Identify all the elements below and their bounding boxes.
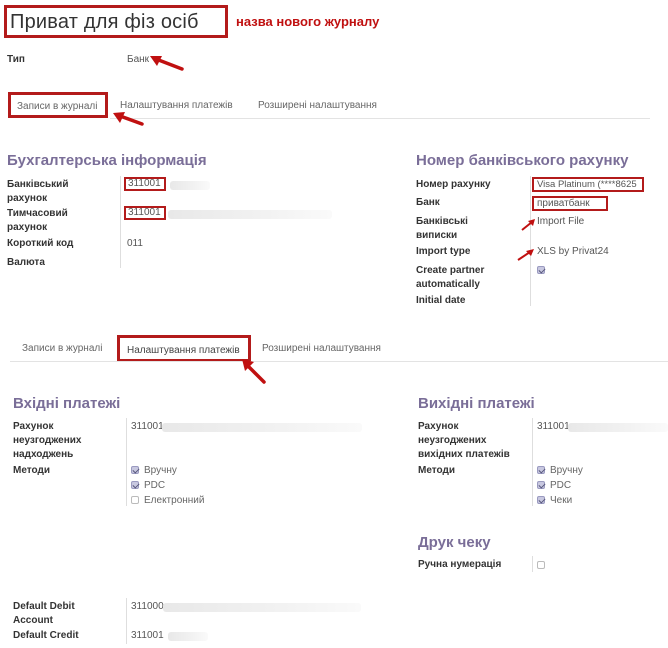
outgoing-method-manual[interactable]: Вручну — [537, 463, 583, 478]
bank-label: Банк — [416, 197, 440, 208]
default-debit-value[interactable]: 311000 — [131, 600, 164, 614]
field-divider — [532, 418, 533, 506]
redacted-text — [168, 632, 208, 641]
default-credit-value[interactable]: 311001 — [131, 629, 164, 643]
default-debit-label: Default Debit Account — [13, 601, 75, 626]
tab-underline — [10, 361, 668, 362]
redacted-text — [168, 210, 332, 219]
bank-field[interactable]: приватбанк — [532, 196, 608, 211]
outgoing-account-value[interactable]: 311001 — [537, 420, 570, 434]
create-partner-checkbox[interactable] — [537, 266, 545, 274]
arrow-icon — [521, 219, 535, 231]
outgoing-methods-label: Методи — [418, 465, 455, 476]
initial-date-label: Initial date — [416, 295, 466, 306]
incoming-method-manual[interactable]: Вручну — [131, 463, 177, 478]
tab-advanced-settings[interactable]: Розширені налаштування — [258, 100, 377, 111]
bank-account-field[interactable]: 311001 — [124, 177, 166, 191]
incoming-methods-label: Методи — [13, 465, 50, 476]
field-divider — [530, 176, 531, 306]
type-value[interactable]: Банк — [127, 53, 149, 67]
default-credit-label: Default Credit — [13, 630, 79, 641]
manual-numbering-checkbox[interactable] — [537, 561, 545, 569]
incoming-method-electronic[interactable]: Електронний — [131, 493, 204, 508]
checkbox-icon[interactable] — [131, 481, 139, 490]
incoming-account-value[interactable]: 311001 — [131, 420, 164, 434]
checkbox-icon[interactable] — [537, 496, 545, 505]
bank-account-heading: Номер банківського рахунку — [416, 152, 629, 169]
currency-label: Валюта — [7, 257, 45, 268]
temp-account-field[interactable]: 311001 — [124, 206, 166, 220]
outgoing-account-label: Рахунок неузгоджених вихідних платежів — [418, 421, 510, 460]
outgoing-method-checks[interactable]: Чеки — [537, 493, 572, 508]
field-divider — [120, 176, 121, 268]
account-number-label: Номер рахунку — [416, 179, 491, 190]
redacted-text — [170, 181, 210, 190]
checkbox-icon[interactable] — [537, 481, 545, 490]
incoming-payments-heading: Вхідні платежі — [13, 395, 121, 412]
field-divider — [126, 418, 127, 506]
tab-payment-settings[interactable]: Налаштування платежів — [117, 335, 251, 362]
account-number-field[interactable]: Visa Platinum (****8625 — [532, 177, 644, 192]
checkbox-icon[interactable] — [131, 466, 139, 475]
incoming-account-label: Рахунок неузгоджених надходжень — [13, 421, 82, 460]
tab-advanced-settings[interactable]: Розширені налаштування — [262, 343, 381, 354]
import-type-value[interactable]: XLS by Privat24 — [537, 245, 609, 259]
checkbox-icon[interactable] — [537, 466, 545, 475]
bank-statements-value[interactable]: Import File — [537, 215, 584, 229]
manual-numbering-label: Ручна нумерація — [418, 559, 502, 570]
check-print-heading: Друк чеку — [418, 534, 491, 551]
tab-journal-entries[interactable]: Записи в журналі — [22, 343, 102, 354]
annotation-note: назва нового журналу — [236, 14, 380, 29]
arrow-icon — [113, 112, 144, 126]
type-label: Тип — [7, 54, 25, 65]
field-divider — [532, 556, 533, 572]
checkbox-icon[interactable] — [131, 496, 139, 505]
arrow-icon — [150, 56, 184, 71]
redacted-text — [163, 603, 361, 612]
incoming-method-pdc[interactable]: PDC — [131, 478, 165, 493]
tab-underline — [110, 118, 650, 119]
accounting-heading: Бухгалтерська інформація — [7, 152, 207, 169]
arrow-icon — [517, 249, 534, 261]
temp-account-label: Тимчасовий рахунок — [7, 208, 68, 233]
redacted-text — [162, 423, 362, 432]
redacted-text — [568, 423, 668, 432]
journal-name-field[interactable]: Приват для фіз осіб — [4, 5, 228, 38]
create-partner-label: Create partner automatically — [416, 265, 485, 290]
outgoing-method-pdc[interactable]: PDC — [537, 478, 571, 493]
short-code-value[interactable]: 011 — [127, 237, 143, 251]
bank-account-label: Банківський рахунок — [7, 179, 69, 204]
short-code-label: Короткий код — [7, 238, 74, 249]
arrow-icon — [242, 359, 266, 384]
field-divider — [126, 598, 127, 644]
tab-journal-entries[interactable]: Записи в журналі — [8, 92, 108, 118]
outgoing-payments-heading: Вихідні платежі — [418, 395, 535, 412]
bank-statements-label: Банківські виписки — [416, 216, 468, 241]
import-type-label: Import type — [416, 246, 471, 257]
